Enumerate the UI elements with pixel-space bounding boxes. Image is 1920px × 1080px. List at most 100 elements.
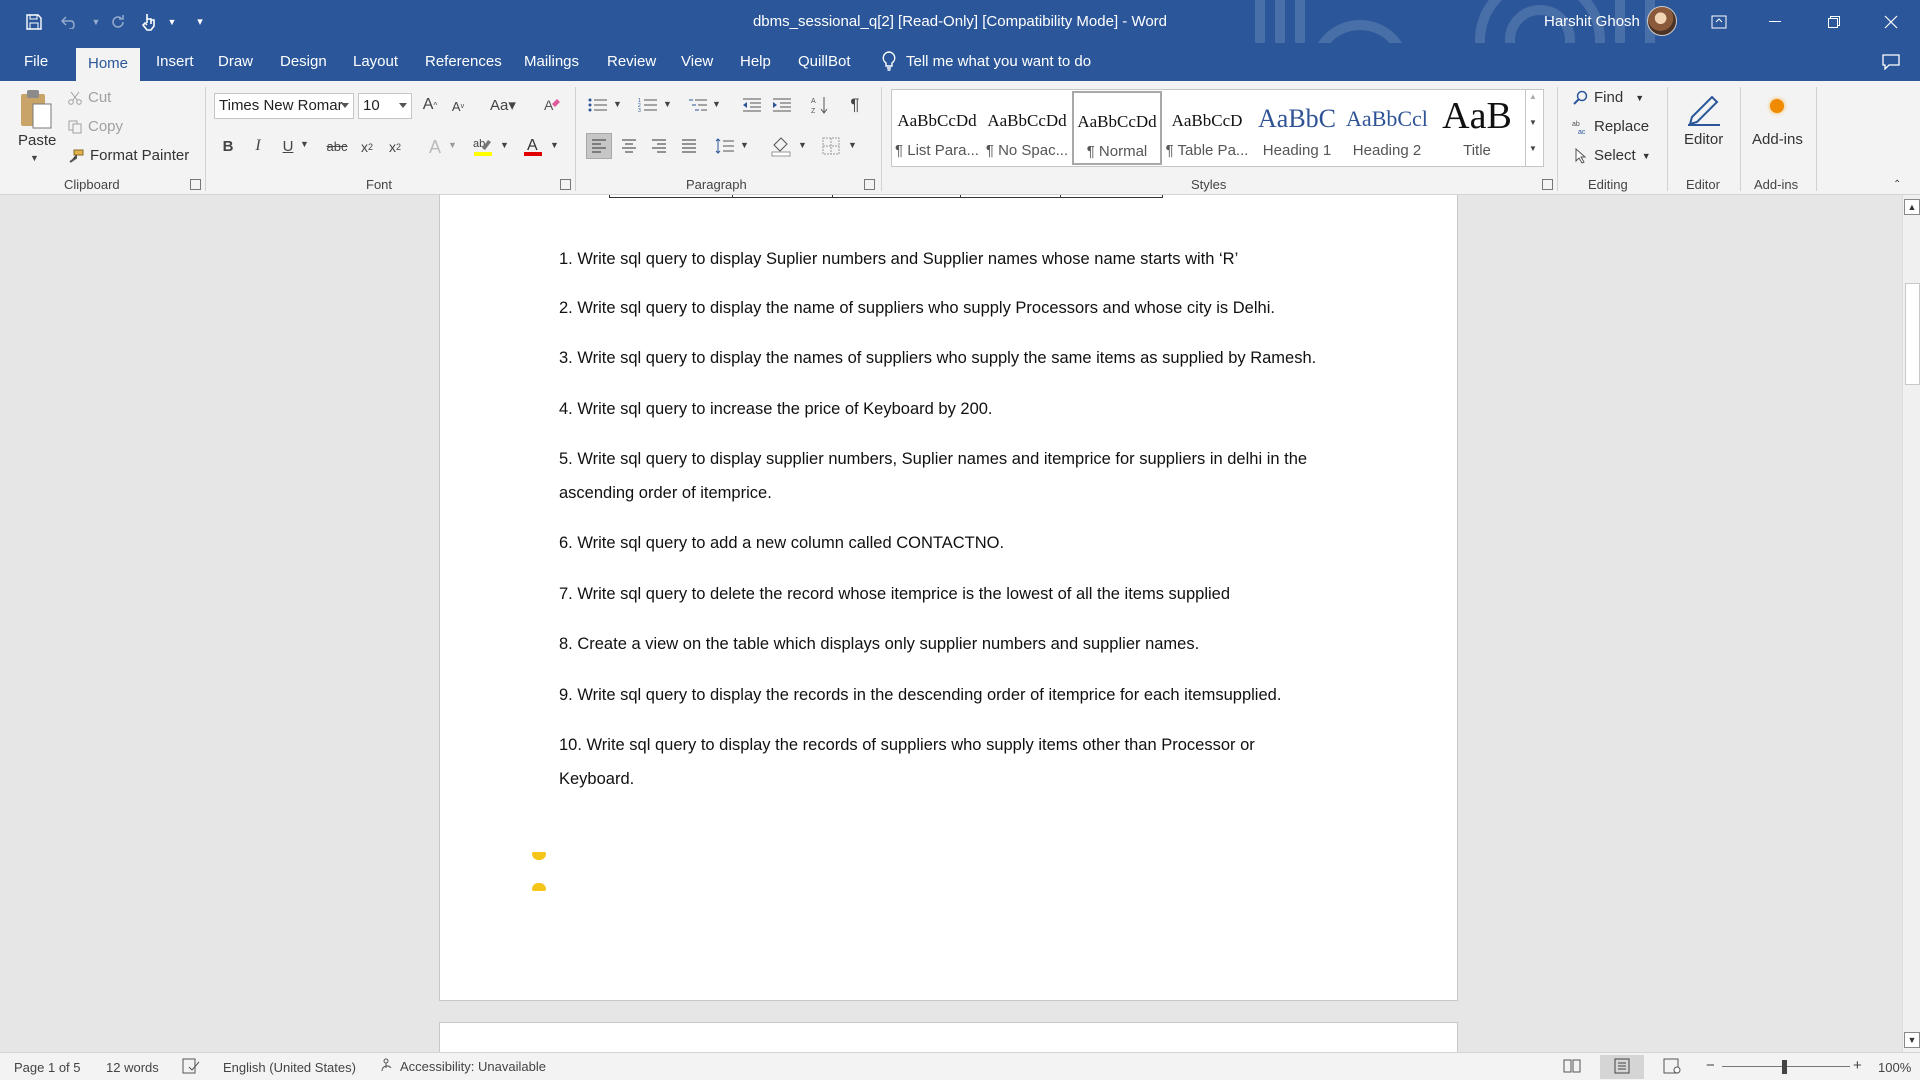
tab-mailings[interactable]: Mailings — [524, 53, 579, 70]
comment-marker-icon[interactable] — [532, 883, 546, 891]
change-case-icon[interactable]: Aa▾ — [486, 95, 520, 115]
italic-icon[interactable]: I — [248, 136, 268, 156]
paste-dropdown-icon[interactable]: ▼ — [30, 153, 39, 163]
sort-icon[interactable]: AZ — [808, 93, 832, 117]
vertical-scrollbar[interactable]: ▲ ▼ — [1902, 195, 1920, 1052]
paste-icon[interactable] — [18, 87, 54, 131]
tab-review[interactable]: Review — [607, 53, 656, 70]
shading-icon[interactable] — [768, 133, 794, 159]
styles-up-icon[interactable]: ▲ — [1529, 92, 1537, 101]
language[interactable]: English (United States) — [223, 1060, 356, 1075]
copy-button[interactable]: Copy — [68, 118, 123, 135]
borders-icon[interactable] — [818, 133, 844, 159]
restore-icon[interactable] — [1805, 0, 1863, 43]
decrease-indent-icon[interactable] — [740, 95, 764, 115]
align-left-icon[interactable] — [586, 133, 612, 159]
tab-design[interactable]: Design — [280, 53, 327, 70]
clipboard-launcher-icon[interactable] — [190, 179, 201, 190]
editor-button[interactable]: Editor — [1684, 131, 1723, 148]
text-effects-dropdown-icon[interactable]: ▼ — [448, 140, 457, 150]
font-launcher-icon[interactable] — [560, 179, 571, 190]
superscript-icon[interactable]: x2 — [384, 136, 406, 158]
shading-dropdown-icon[interactable]: ▼ — [798, 140, 807, 150]
ribbon-display-options-icon[interactable] — [1690, 0, 1748, 43]
zoom-level[interactable]: 100% — [1878, 1060, 1911, 1075]
avatar[interactable] — [1647, 6, 1677, 36]
strikethrough-icon[interactable]: abc — [322, 136, 352, 156]
line-spacing-dropdown-icon[interactable]: ▼ — [740, 140, 749, 150]
document-page-2[interactable] — [439, 1022, 1458, 1052]
styles-down-icon[interactable]: ▼ — [1529, 118, 1537, 127]
font-color-dropdown-icon[interactable]: ▼ — [550, 140, 559, 150]
bold-icon[interactable]: B — [218, 136, 238, 156]
increase-indent-icon[interactable] — [770, 95, 794, 115]
zoom-out-icon[interactable]: − — [1706, 1057, 1715, 1074]
font-name-box[interactable]: Times New Romar — [214, 93, 354, 119]
style-heading-2[interactable]: AaBbCcl Heading 2 — [1342, 90, 1432, 166]
style-title[interactable]: AaB Title — [1432, 90, 1522, 166]
add-ins-button[interactable]: Add-ins — [1752, 131, 1803, 148]
web-layout-icon[interactable] — [1663, 1058, 1681, 1074]
cut-button[interactable]: Cut — [68, 89, 111, 106]
tab-help[interactable]: Help — [740, 53, 771, 70]
styles-launcher-icon[interactable] — [1542, 179, 1553, 190]
zoom-slider-thumb[interactable] — [1782, 1060, 1787, 1074]
select-button[interactable]: Select ▼ — [1574, 147, 1651, 164]
comment-marker-icon[interactable] — [532, 852, 546, 860]
tab-insert[interactable]: Insert — [156, 53, 194, 70]
style-table-paragraph[interactable]: AaBbCcD ¶ Table Pa... — [1162, 90, 1252, 166]
align-right-icon[interactable] — [646, 133, 672, 159]
print-layout-icon[interactable] — [1600, 1055, 1644, 1079]
minimize-icon[interactable] — [1746, 0, 1804, 43]
tab-draw[interactable]: Draw — [218, 53, 253, 70]
tab-view[interactable]: View — [681, 53, 713, 70]
scroll-up-icon[interactable]: ▲ — [1904, 199, 1920, 215]
style-normal[interactable]: AaBbCcDd ¶ Normal — [1072, 91, 1162, 165]
accessibility-status[interactable]: Accessibility: Unavailable — [378, 1058, 546, 1074]
comments-icon[interactable] — [1880, 51, 1902, 73]
tab-home[interactable]: Home — [76, 48, 141, 81]
shrink-font-icon[interactable]: Av — [449, 97, 467, 115]
bullets-icon[interactable] — [586, 95, 610, 115]
align-center-icon[interactable] — [616, 133, 642, 159]
show-formatting-marks-icon[interactable]: ¶ — [844, 93, 866, 117]
proofing-icon[interactable] — [182, 1058, 200, 1074]
close-icon[interactable] — [1862, 0, 1920, 43]
tab-references[interactable]: References — [425, 53, 502, 70]
paragraph-launcher-icon[interactable] — [864, 179, 875, 190]
tab-file[interactable]: File — [24, 53, 48, 70]
highlight-dropdown-icon[interactable]: ▼ — [500, 140, 509, 150]
tab-quillbot[interactable]: QuillBot — [798, 53, 851, 70]
highlight-icon[interactable]: ab — [470, 133, 496, 159]
find-button[interactable]: Find ▼ — [1572, 89, 1644, 106]
paste-button[interactable]: Paste — [18, 132, 56, 149]
subscript-icon[interactable]: x2 — [356, 136, 378, 158]
font-size-box[interactable]: 10 — [358, 93, 412, 119]
scroll-thumb[interactable] — [1905, 283, 1920, 385]
scroll-down-icon[interactable]: ▼ — [1904, 1032, 1920, 1048]
justify-icon[interactable] — [676, 133, 702, 159]
document-page[interactable]: 1. Write sql query to display Suplier nu… — [439, 195, 1458, 1001]
style-no-spacing[interactable]: AaBbCcDd ¶ No Spac... — [982, 90, 1072, 166]
user-name[interactable]: Harshit Ghosh — [1544, 13, 1640, 30]
underline-icon[interactable]: U — [278, 136, 298, 156]
format-painter-button[interactable]: Format Painter — [68, 147, 189, 164]
add-ins-icon[interactable] — [1770, 99, 1784, 113]
page-count[interactable]: Page 1 of 5 — [14, 1060, 81, 1075]
multilevel-list-icon[interactable] — [686, 95, 710, 115]
tell-me-search[interactable]: Tell me what you want to do — [882, 51, 1091, 71]
multilevel-dropdown-icon[interactable]: ▼ — [712, 99, 721, 109]
read-mode-icon[interactable] — [1563, 1058, 1581, 1074]
clear-formatting-icon[interactable]: A — [540, 93, 564, 117]
replace-button[interactable]: ab ac Replace — [1572, 118, 1649, 135]
word-count[interactable]: 12 words — [106, 1060, 159, 1075]
style-heading-1[interactable]: AaBbC Heading 1 — [1252, 90, 1342, 166]
grow-font-icon[interactable]: A ^ — [420, 95, 440, 115]
borders-dropdown-icon[interactable]: ▼ — [848, 140, 857, 150]
numbering-icon[interactable]: 123 — [636, 95, 660, 115]
editor-pen-icon[interactable] — [1682, 87, 1726, 131]
style-list-paragraph[interactable]: AaBbCcDd ¶ List Para... — [892, 90, 982, 166]
line-spacing-icon[interactable] — [712, 133, 738, 159]
underline-dropdown-icon[interactable]: ▼ — [300, 139, 309, 149]
styles-more-icon[interactable]: ▼ — [1529, 144, 1537, 153]
